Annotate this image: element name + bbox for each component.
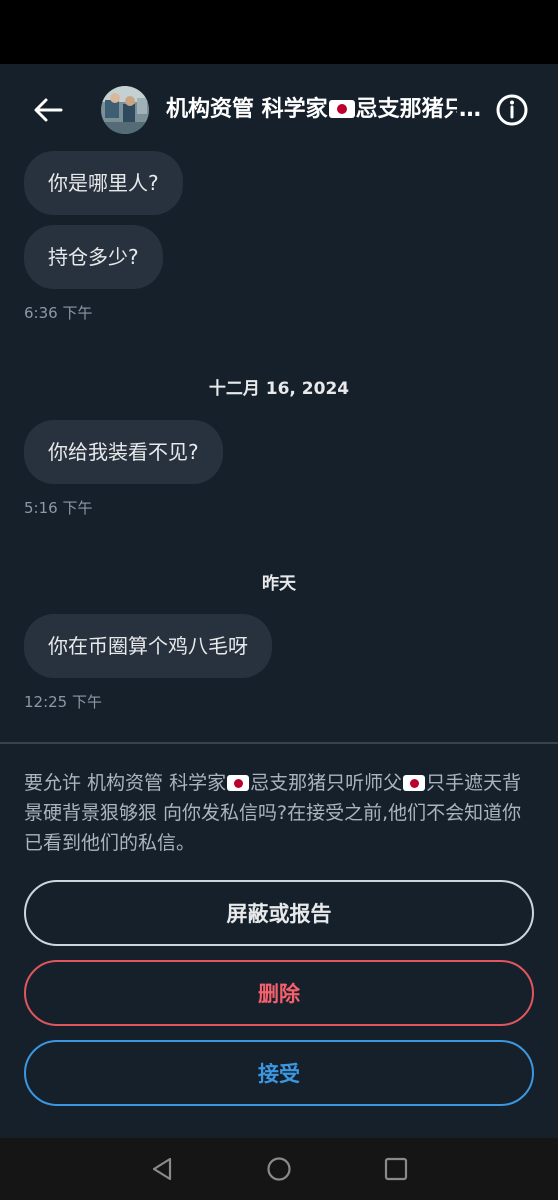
block-or-report-button[interactable]: 屏蔽或报告	[24, 880, 534, 946]
avatar[interactable]	[101, 86, 149, 134]
request-text-part2: 忌支那猪只听师父	[250, 772, 403, 794]
status-bar	[0, 0, 558, 64]
message-bubble[interactable]: 你是哪里人?	[24, 151, 183, 215]
nav-home-circle-icon[interactable]	[264, 1154, 294, 1184]
info-circle-icon	[496, 94, 528, 126]
title-ellipsis: …	[457, 94, 481, 126]
date-separator: 十二月 16, 2024	[208, 379, 350, 399]
conversation-header: 机构资管 科学家忌支那猪只听师父 …	[0, 64, 558, 154]
request-text-part1: 要允许 机构资管 科学家	[24, 772, 227, 794]
message-request-text: 要允许 机构资管 科学家 忌支那猪只听师父 只手遮天背景硬背景狠够狠 向你发私信吗?…	[24, 768, 534, 858]
japan-flag-icon	[403, 775, 426, 791]
japan-flag-icon	[227, 775, 250, 791]
message-bubble[interactable]: 你给我装看不见?	[24, 420, 223, 484]
message-bubble[interactable]: 你在币圈算个鸡八毛呀	[24, 614, 272, 678]
delete-button[interactable]: 删除	[24, 960, 534, 1026]
accept-button[interactable]: 接受	[24, 1040, 534, 1106]
date-separator: 昨天	[262, 574, 296, 594]
nav-recents-square-icon[interactable]	[381, 1154, 411, 1184]
title-text-start: 机构资管 科学家	[166, 97, 328, 122]
system-navigation-bar	[0, 1138, 558, 1200]
japan-flag-icon	[328, 100, 355, 118]
message-timestamp: 5:16 下午	[24, 499, 93, 517]
conversation-title[interactable]: 机构资管 科学家忌支那猪只听师父 …	[166, 94, 481, 126]
message-timestamp: 6:36 下午	[24, 304, 93, 322]
nav-back-triangle-icon[interactable]	[147, 1154, 177, 1184]
message-request-panel: 要允许 机构资管 科学家 忌支那猪只听师父 只手遮天背景硬背景狠够狠 向你发私信吗?…	[0, 742, 558, 1140]
arrow-left-icon	[34, 98, 63, 122]
message-bubble[interactable]: 持仓多少?	[24, 225, 163, 289]
info-button[interactable]	[492, 90, 532, 130]
message-timestamp: 12:25 下午	[24, 693, 102, 711]
back-button[interactable]	[28, 90, 68, 130]
